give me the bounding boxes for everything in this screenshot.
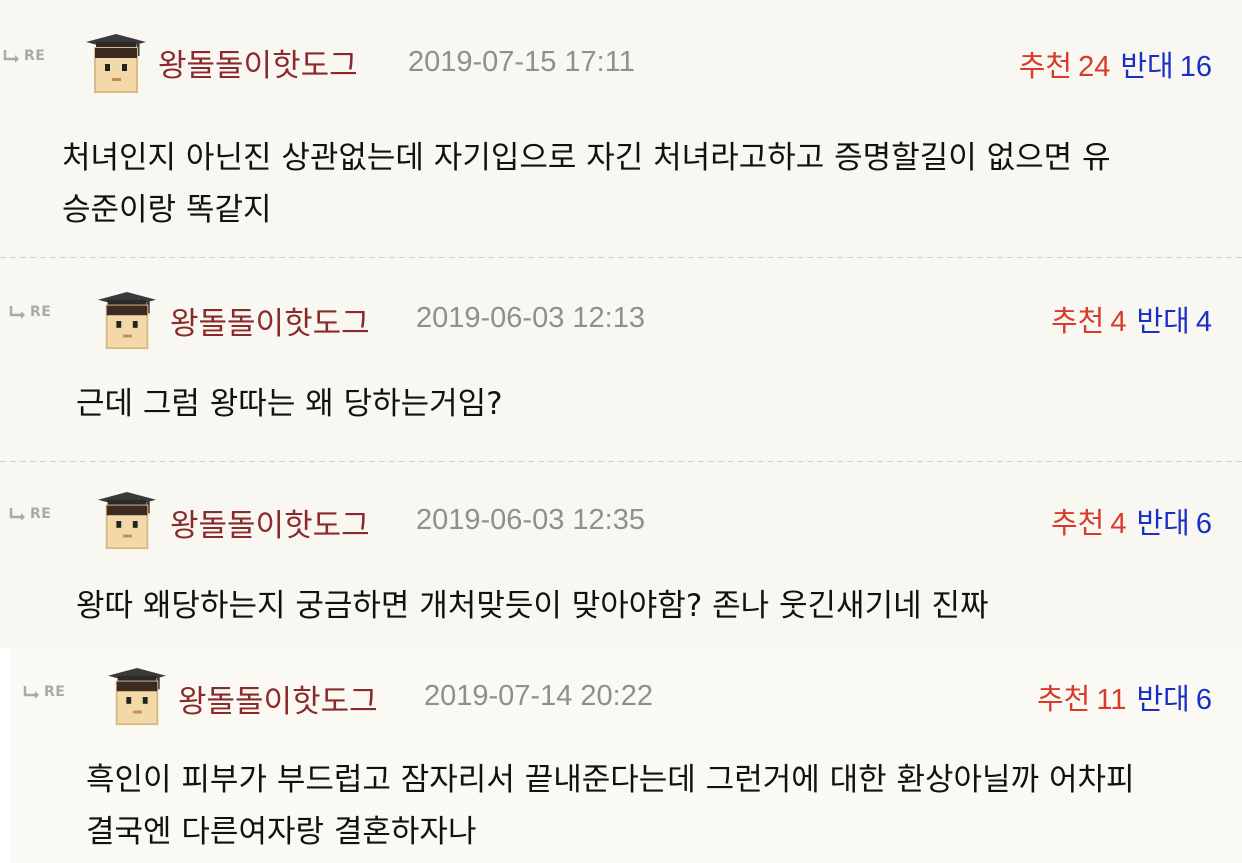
comment-date: 2019-06-03 12:13 bbox=[416, 302, 645, 334]
comment-body: 처녀인지 아닌진 상관없는데 자기입으로 자긴 처녀라고하고 증명할길이 없으면… bbox=[62, 132, 1111, 236]
oppose-button[interactable]: 반대 bbox=[1120, 49, 1173, 83]
reply-arrow-icon bbox=[3, 50, 19, 63]
nickname-link[interactable]: 왕돌돌이핫도그 bbox=[158, 40, 358, 85]
oppose-count: 6 bbox=[1195, 684, 1212, 716]
comment-date: 2019-06-03 12:35 bbox=[416, 504, 645, 536]
oppose-count: 16 bbox=[1179, 51, 1212, 83]
recommend-count: 4 bbox=[1110, 306, 1127, 338]
reply-marker: RE bbox=[22, 684, 65, 700]
avatar-graduation-cap-icon[interactable] bbox=[98, 492, 156, 552]
reply-marker: RE bbox=[2, 48, 45, 64]
oppose-count: 4 bbox=[1195, 306, 1212, 338]
comment-text-line: 왕따 왜당하는지 궁금하면 개처맞듯이 맞아야함? 존나 웃긴새기네 진짜 bbox=[76, 588, 989, 624]
oppose-count: 6 bbox=[1195, 508, 1212, 540]
nickname-link[interactable]: 왕돌돌이핫도그 bbox=[170, 500, 370, 545]
reply-arrow-icon bbox=[9, 508, 25, 521]
avatar-graduation-cap-icon[interactable] bbox=[86, 34, 146, 96]
vote-counts: 추천 24 반대 16 bbox=[1019, 43, 1212, 85]
comment-text-line: 처녀인지 아닌진 상관없는데 자기입으로 자긴 처녀라고하고 증명할길이 없으면… bbox=[62, 140, 1111, 176]
recommend-button[interactable]: 추천 bbox=[1019, 49, 1072, 83]
comment-body: 근데 그럼 왕따는 왜 당하는거임? bbox=[76, 378, 503, 430]
nickname-link[interactable]: 왕돌돌이핫도그 bbox=[178, 676, 378, 721]
comment-body: 왕따 왜당하는지 궁금하면 개처맞듯이 맞아야함? 존나 웃긴새기네 진짜 bbox=[76, 580, 989, 632]
vote-counts: 추천 11 반대 6 bbox=[1037, 676, 1212, 718]
recommend-count: 11 bbox=[1096, 684, 1127, 716]
comment-text-line: 근데 그럼 왕따는 왜 당하는거임? bbox=[76, 386, 503, 422]
comment-text-line: 결국엔 다른여자랑 결혼하자나 bbox=[86, 814, 477, 850]
oppose-button[interactable]: 반대 bbox=[1136, 506, 1189, 540]
avatar-graduation-cap-icon[interactable] bbox=[108, 668, 166, 728]
comment-item: RE 왕돌돌이핫도그 2019-06-03 12:13 추천 4 반대 4 근데 그럼… bbox=[0, 258, 1242, 460]
reply-label: RE bbox=[30, 506, 52, 522]
comment-date: 2019-07-15 17:11 bbox=[408, 46, 635, 78]
comment-date: 2019-07-14 20:22 bbox=[424, 680, 653, 712]
oppose-button[interactable]: 반대 bbox=[1136, 682, 1189, 716]
nickname-link[interactable]: 왕돌돌이핫도그 bbox=[170, 298, 370, 343]
reply-arrow-icon bbox=[23, 686, 39, 699]
reply-marker: RE bbox=[8, 304, 51, 320]
reply-label: RE bbox=[30, 304, 52, 320]
avatar-graduation-cap-icon[interactable] bbox=[98, 292, 156, 352]
recommend-button[interactable]: 추천 bbox=[1037, 682, 1090, 716]
vote-counts: 추천 4 반대 6 bbox=[1051, 500, 1212, 542]
comment-text-line: 승준이랑 똑같지 bbox=[62, 192, 272, 228]
comment-item: RE 왕돌돌이핫도그 2019-07-14 20:22 추천 11 반대 6 흑인이 … bbox=[10, 648, 1242, 863]
recommend-count: 24 bbox=[1078, 51, 1111, 83]
comment-item: RE 왕돌돌이핫도그 2019-07-15 17:11 추천 24 반대 16 처녀인… bbox=[0, 0, 1242, 256]
comment-body: 흑인이 피부가 부드럽고 잠자리서 끝내준다는데 그런거에 대한 환상아닐까 어… bbox=[86, 754, 1135, 858]
oppose-button[interactable]: 반대 bbox=[1136, 304, 1189, 338]
page-edge bbox=[0, 648, 10, 863]
reply-label: RE bbox=[24, 48, 46, 64]
reply-arrow-icon bbox=[9, 306, 25, 319]
recommend-button[interactable]: 추천 bbox=[1051, 506, 1104, 540]
comment-item: RE 왕돌돌이핫도그 2019-06-03 12:35 추천 4 반대 6 왕따 왜당… bbox=[0, 462, 1242, 648]
comment-text-line: 흑인이 피부가 부드럽고 잠자리서 끝내준다는데 그런거에 대한 환상아닐까 어… bbox=[86, 762, 1135, 798]
recommend-count: 4 bbox=[1110, 508, 1127, 540]
reply-marker: RE bbox=[8, 506, 51, 522]
reply-label: RE bbox=[44, 684, 66, 700]
vote-counts: 추천 4 반대 4 bbox=[1051, 298, 1212, 340]
recommend-button[interactable]: 추천 bbox=[1051, 304, 1104, 338]
